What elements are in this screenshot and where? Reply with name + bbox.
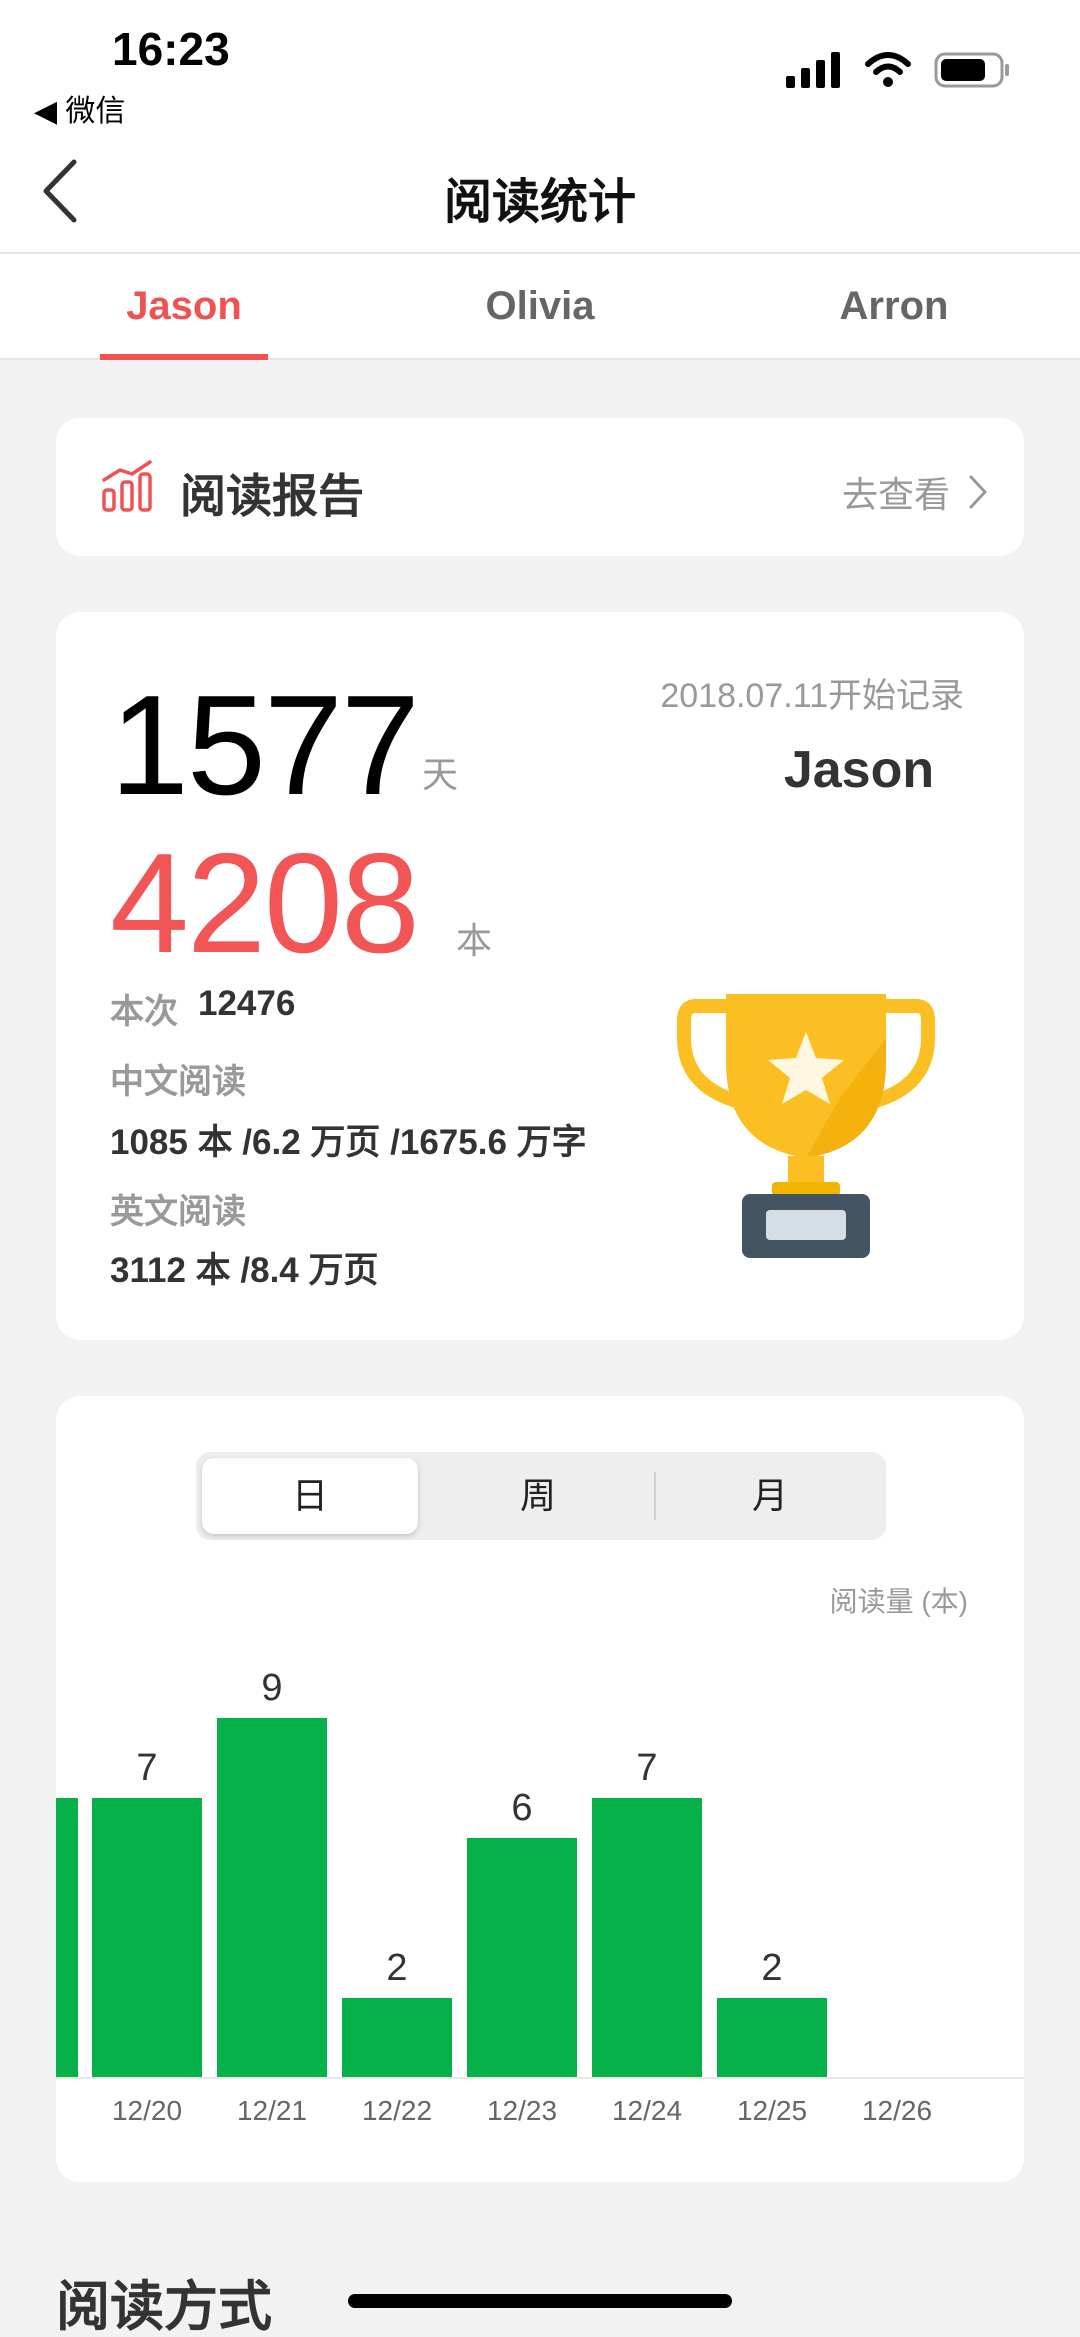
books-unit: 本 (456, 920, 493, 961)
tab-olivia[interactable]: Olivia (456, 284, 624, 329)
bar-12-23 (467, 1838, 577, 2078)
signal-icon (786, 52, 840, 88)
chinese-reading-value: 1085 本 /6.2 万页 /1675.6 万字 (110, 1123, 587, 1162)
chinese-reading-label: 中文阅读 (110, 1063, 246, 1101)
header: 16:23 ◀ 微信 阅读统计 (0, 0, 1080, 252)
tab-arron[interactable]: Arron (810, 284, 978, 329)
card-username: Jason (783, 741, 935, 799)
status-icons (786, 52, 1010, 88)
status-time: 16:23 (112, 23, 230, 75)
bar-12-20 (92, 1798, 202, 2078)
bar-chart-icon (102, 460, 152, 512)
chevron-right-icon (969, 475, 987, 509)
bar-12-21 (217, 1718, 327, 2078)
books-count: 4208 (110, 824, 420, 983)
bar-12-25 (717, 1998, 827, 2078)
x-tick-12-23: 12/23 (487, 2095, 557, 2126)
x-tick-12-20: 12/20 (112, 2095, 182, 2126)
x-tick-12-26: 12/26 (862, 2095, 932, 2126)
english-reading-label: 英文阅读 (110, 1193, 246, 1231)
page-title: 阅读统计 (443, 176, 636, 229)
data-label-12-21: 9 (261, 1667, 282, 1709)
reading-method-title: 阅读方式 (56, 2277, 272, 2337)
report-title: 阅读报告 (180, 470, 364, 522)
view-report-label: 去查看 (841, 474, 950, 515)
x-tick-12-21: 12/21 (237, 2095, 307, 2126)
battery-icon (934, 52, 1009, 88)
reading-chart-card: 日 周 月 阅读量 (本) 7 12/20 9 12/21 2 12/22 6 12/23 7 1… (56, 1396, 1024, 2182)
reading-stats-card: 1577 天 4208 本 2018.07.11开始记录 Jason 本次 12… (56, 612, 1024, 1340)
start-date: 2018.07.11开始记录 (660, 677, 964, 715)
tab-jason[interactable]: Jason (100, 284, 268, 329)
bar-12-24 (592, 1798, 702, 2078)
data-label-12-23: 6 (511, 1787, 532, 1829)
reading-report-card[interactable]: 阅读报告 去查看 (56, 418, 1024, 556)
days-unit: 天 (422, 754, 459, 795)
wifi-icon (865, 52, 911, 87)
current-label: 本次 (110, 993, 178, 1031)
data-label-12-20: 7 (136, 1747, 157, 1789)
home-indicator (348, 2294, 732, 2308)
x-tick-12-22: 12/22 (362, 2095, 432, 2126)
data-label-12-22: 2 (386, 1947, 407, 1989)
english-reading-value: 3112 本 /8.4 万页 (110, 1251, 379, 1290)
data-label-12-24: 7 (636, 1747, 657, 1789)
view-report-link[interactable]: 去查看 (842, 466, 988, 518)
bar-chart: 7 12/20 9 12/21 2 12/22 6 12/23 7 12/24 2 12/25 12/2… (56, 1667, 1024, 2126)
x-tick-12-24: 12/24 (612, 2095, 682, 2126)
back-to-app-link[interactable]: ◀ 微信 (34, 86, 125, 130)
reading-days-count: 1577 (110, 666, 420, 825)
bar-12-22 (342, 1998, 452, 2078)
trophy-icon (677, 994, 935, 1258)
current-value: 12476 (198, 984, 296, 1023)
x-tick-12-25: 12/25 (737, 2095, 807, 2126)
member-tabs: Jason Olivia Arron (0, 254, 1080, 360)
active-tab-indicator (100, 354, 268, 360)
data-label-12-25: 2 (761, 1947, 782, 1989)
bar-partial (56, 1798, 78, 2078)
